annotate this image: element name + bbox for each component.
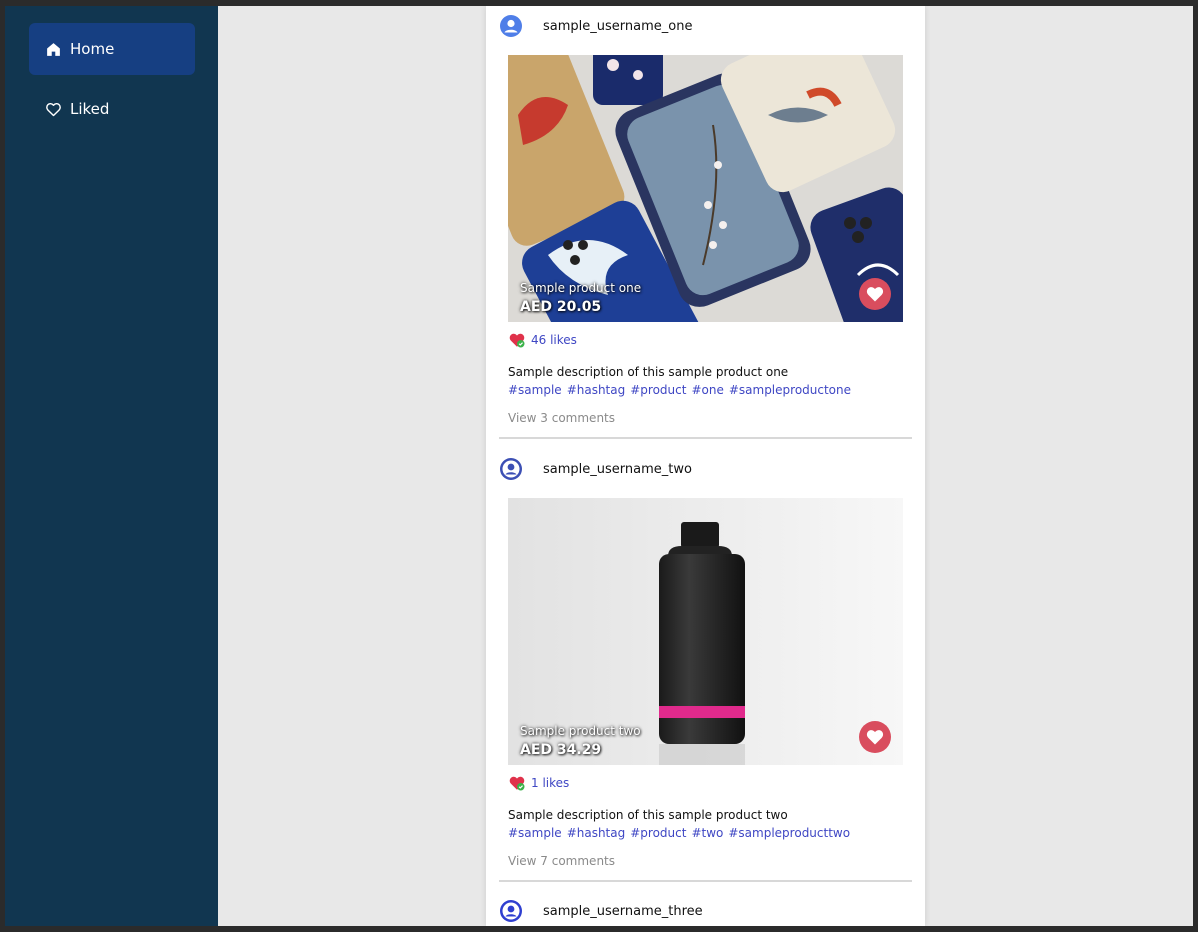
product-image[interactable]: Sample product one AED 20.05 bbox=[508, 55, 903, 322]
likes-count[interactable]: 46 likes bbox=[508, 331, 577, 349]
heart-outline-icon bbox=[46, 102, 61, 116]
sidebar-item-label: Liked bbox=[70, 100, 110, 118]
hashtag-list: #sample #hashtag #product #two #samplepr… bbox=[508, 826, 850, 840]
hashtag-link[interactable]: #sampleproductone bbox=[729, 383, 851, 397]
user-avatar-icon[interactable] bbox=[499, 14, 523, 38]
username[interactable]: sample_username_one bbox=[543, 19, 692, 34]
product-name: Sample product one bbox=[520, 281, 642, 295]
post-card: sample_username_one Sample product one A… bbox=[486, 6, 925, 440]
post-divider bbox=[499, 880, 912, 882]
hashtag-link[interactable]: #sample bbox=[508, 826, 562, 840]
user-avatar-icon[interactable] bbox=[499, 457, 523, 481]
sidebar-item-liked[interactable]: Liked bbox=[29, 83, 195, 135]
username[interactable]: sample_username_two bbox=[543, 462, 692, 477]
username[interactable]: sample_username_three bbox=[543, 904, 703, 919]
heart-icon bbox=[866, 730, 884, 745]
hashtag-list: #sample #hashtag #product #one #samplepr… bbox=[508, 383, 851, 397]
post-description: Sample description of this sample produc… bbox=[508, 808, 788, 822]
post-card: sample_username_two Sample product two A… bbox=[486, 449, 925, 883]
product-price: AED 34.29 bbox=[520, 742, 602, 758]
likes-heart-icon bbox=[509, 333, 525, 348]
view-comments-link[interactable]: View 3 comments bbox=[508, 411, 615, 425]
hashtag-link[interactable]: #product bbox=[630, 383, 686, 397]
hashtag-link[interactable]: #hashtag bbox=[567, 383, 626, 397]
sidebar-item-label: Home bbox=[70, 40, 115, 58]
likes-heart-icon bbox=[509, 776, 525, 791]
post-header: sample_username_three bbox=[499, 899, 703, 923]
product-price: AED 20.05 bbox=[520, 299, 602, 315]
sidebar-item-home[interactable]: Home bbox=[29, 23, 195, 75]
sidebar: Home Liked bbox=[5, 6, 218, 926]
product-name: Sample product two bbox=[520, 724, 641, 738]
product-image[interactable]: Sample product two AED 34.29 bbox=[508, 498, 903, 765]
likes-text[interactable]: 46 likes bbox=[531, 333, 577, 347]
likes-count[interactable]: 1 likes bbox=[508, 774, 569, 792]
post-header: sample_username_two bbox=[499, 457, 692, 481]
hashtag-link[interactable]: #sampleproducttwo bbox=[728, 826, 850, 840]
hashtag-link[interactable]: #hashtag bbox=[567, 826, 626, 840]
like-button[interactable] bbox=[859, 278, 891, 310]
hashtag-link[interactable]: #two bbox=[691, 826, 723, 840]
hashtag-link[interactable]: #product bbox=[630, 826, 686, 840]
post-description: Sample description of this sample produc… bbox=[508, 365, 789, 379]
post-divider bbox=[499, 437, 912, 439]
post-header: sample_username_one bbox=[499, 14, 692, 38]
hashtag-link[interactable]: #sample bbox=[508, 383, 562, 397]
feed: sample_username_one Sample product one A… bbox=[486, 6, 925, 926]
likes-text[interactable]: 1 likes bbox=[531, 776, 569, 790]
heart-icon bbox=[866, 287, 884, 302]
user-avatar-icon[interactable] bbox=[499, 899, 523, 923]
view-comments-link[interactable]: View 7 comments bbox=[508, 854, 615, 868]
home-icon bbox=[47, 42, 60, 56]
post-card: sample_username_three bbox=[486, 891, 925, 926]
app-window: Home Liked sample_username_one Sample pr… bbox=[5, 6, 1193, 926]
hashtag-link[interactable]: #one bbox=[691, 383, 723, 397]
like-button[interactable] bbox=[859, 721, 891, 753]
